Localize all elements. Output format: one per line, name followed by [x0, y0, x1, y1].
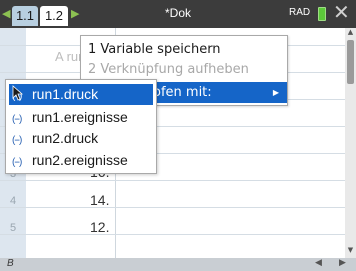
- cell-value[interactable]: 12.: [90, 219, 109, 235]
- submenu-item[interactable]: (--)run1.druck: [9, 84, 153, 105]
- cell-reference: B: [7, 258, 14, 269]
- submenu-arrow-icon: ▶: [272, 88, 279, 97]
- grid-line: [0, 180, 345, 181]
- variable-link-icon: (--): [12, 114, 22, 125]
- submenu-item-label: run2.ereignisse: [32, 152, 128, 168]
- submenu-item-label: run2.druck: [32, 130, 99, 146]
- scroll-down-icon[interactable]: ▼: [345, 246, 356, 254]
- submenu-item[interactable]: (--) run2.ereignisse: [9, 150, 153, 171]
- top-bar: ◀ 1.1 1.2 ▶ *Dok RAD ✕: [0, 0, 356, 28]
- close-icon[interactable]: ✕: [333, 2, 350, 22]
- status-bar: B ◀ ▶: [0, 258, 356, 271]
- grid-line: [0, 234, 345, 235]
- submenu-item[interactable]: (--) run2.druck: [9, 128, 153, 149]
- menu-item-link-to-label: ofen mit:: [153, 85, 212, 100]
- submenu-item-label: run1.druck: [32, 86, 99, 102]
- scroll-right-icon[interactable]: ▶: [339, 258, 346, 268]
- variable-link-icon: (--): [12, 135, 22, 146]
- menu-item-store-variable[interactable]: 1 Variable speichern: [81, 39, 287, 60]
- menu-item-unlink: 2 Verknüpfung aufheben: [88, 62, 249, 77]
- variable-link-icon: (--): [12, 157, 22, 168]
- submenu-item[interactable]: (--) run1.ereignisse: [9, 107, 153, 128]
- grid-line: [0, 207, 345, 208]
- row-number: 4: [9, 195, 17, 207]
- scroll-up-icon[interactable]: ▲: [345, 28, 356, 36]
- angle-mode-indicator: RAD: [289, 7, 311, 18]
- scrollbar-thumb[interactable]: [347, 40, 354, 84]
- variable-submenu: (--)run1.druck (--)run1.ereignisse (--)r…: [5, 79, 157, 174]
- row-number: 5: [9, 222, 17, 234]
- scroll-left-icon[interactable]: ◀: [315, 258, 322, 268]
- submenu-item-label: run1.ereignisse: [32, 109, 128, 125]
- battery-icon: [318, 7, 326, 21]
- cursor-arrow-icon: [12, 85, 24, 101]
- vertical-scrollbar[interactable]: ▲ ▼: [345, 28, 356, 258]
- cell-value[interactable]: 14.: [90, 192, 109, 208]
